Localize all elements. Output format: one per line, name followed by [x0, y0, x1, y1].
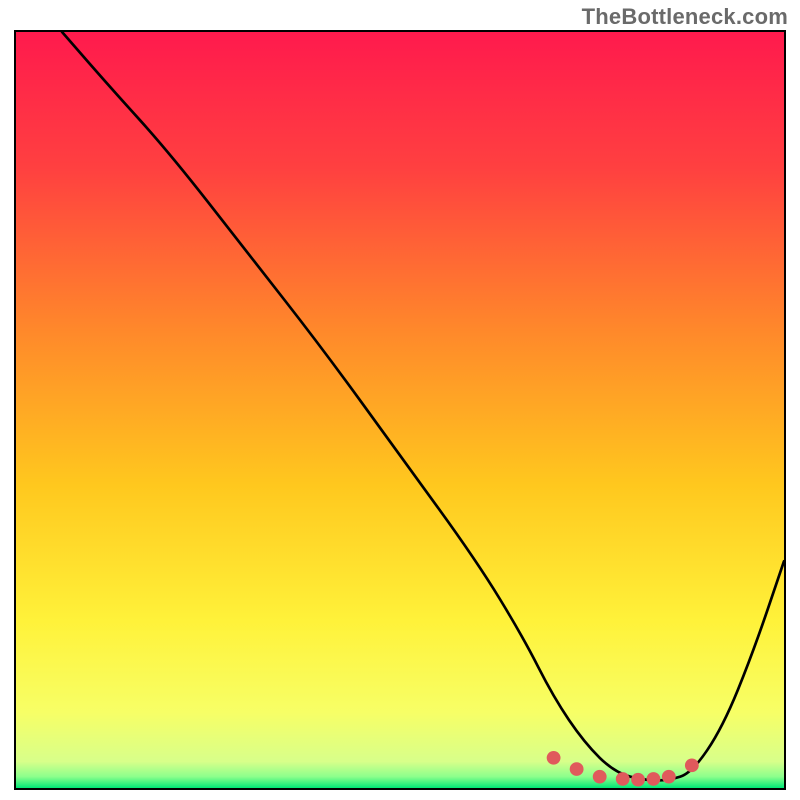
gradient-bg: [16, 32, 784, 788]
watermark-text: TheBottleneck.com: [582, 4, 788, 30]
marker-dot: [570, 762, 584, 776]
marker-dot: [647, 772, 661, 786]
marker-dot: [593, 770, 607, 784]
marker-dot: [662, 770, 676, 784]
marker-dot: [685, 759, 699, 773]
marker-dot: [631, 773, 645, 787]
marker-dot: [616, 772, 630, 786]
plot-svg: [16, 32, 784, 788]
marker-dot: [547, 751, 561, 765]
chart-wrap: TheBottleneck.com: [0, 0, 800, 800]
plot-frame: [14, 30, 786, 790]
